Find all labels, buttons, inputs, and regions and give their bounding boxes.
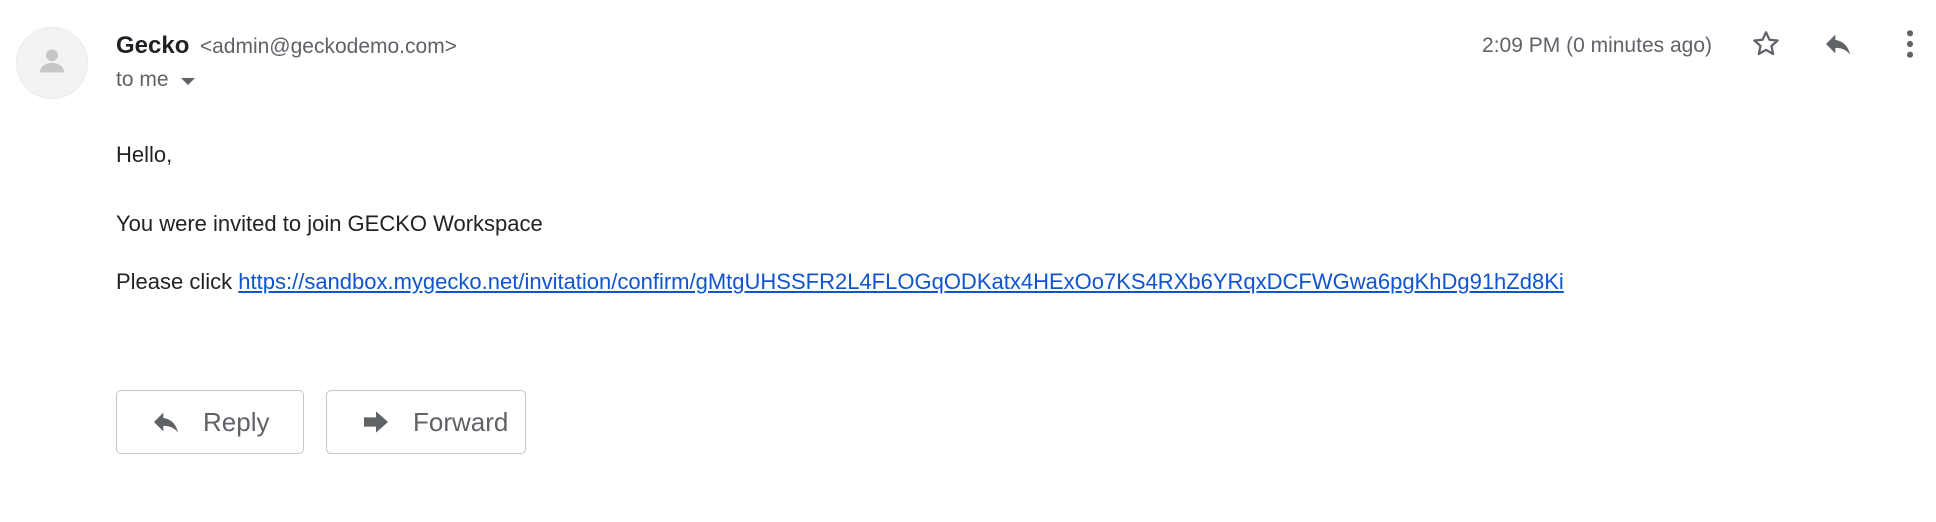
reply-button[interactable]: Reply — [116, 390, 304, 454]
reply-icon — [149, 405, 183, 439]
recipient-label: to me — [116, 68, 169, 91]
recipient-details-toggle[interactable]: to me — [116, 68, 195, 92]
sender-email: <admin@geckodemo.com> — [199, 35, 457, 58]
message-invite-text: You were invited to join GECKO Workspace — [116, 211, 543, 236]
more-options-button[interactable] — [1888, 24, 1932, 68]
sender-name[interactable]: Gecko — [116, 32, 189, 59]
star-button[interactable] — [1744, 24, 1788, 68]
click-prefix: Please click — [116, 269, 233, 294]
caret-down-icon[interactable] — [180, 77, 195, 85]
message-greeting: Hello, — [116, 142, 173, 167]
forward-button-label: Forward — [413, 406, 509, 437]
more-vert-icon — [1904, 28, 1916, 65]
message-click-line: Please click https://sandbox.mygecko.net… — [116, 269, 1564, 295]
sender-avatar[interactable] — [16, 27, 88, 99]
invitation-link[interactable]: https://sandbox.mygecko.net/invitation/c… — [238, 269, 1563, 294]
reply-button-label: Reply — [203, 406, 270, 437]
reply-icon — [1822, 28, 1854, 65]
forward-button[interactable]: Forward — [326, 390, 526, 454]
reply-icon-button[interactable] — [1816, 24, 1860, 68]
sender-line: Gecko <admin@geckodemo.com> — [116, 32, 457, 60]
person-icon — [35, 44, 69, 83]
star-icon — [1750, 28, 1782, 65]
message-timestamp: 2:09 PM (0 minutes ago) — [1482, 34, 1712, 57]
forward-icon — [359, 405, 393, 439]
